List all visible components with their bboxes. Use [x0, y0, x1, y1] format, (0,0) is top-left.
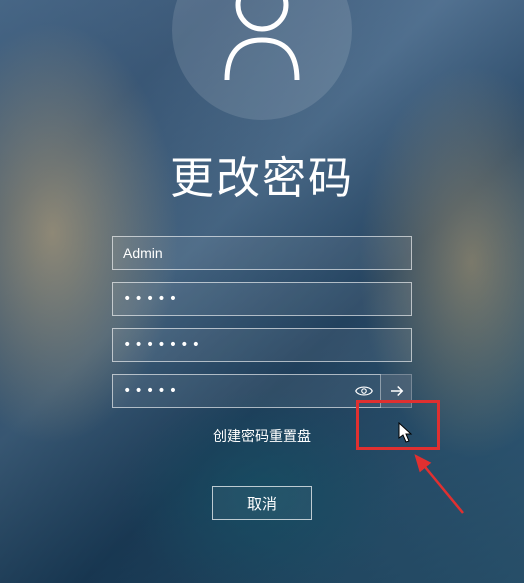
- page-title: 更改密码: [170, 142, 354, 206]
- reveal-password-button[interactable]: [348, 374, 380, 408]
- cancel-button[interactable]: 取消: [212, 486, 312, 520]
- user-icon: [212, 0, 312, 85]
- create-reset-disk-link[interactable]: 创建密码重置盘: [213, 426, 311, 446]
- confirm-password-row: •••••: [112, 374, 412, 408]
- old-password-row: •••••: [112, 282, 412, 316]
- new-password-row: •••••••: [112, 328, 412, 362]
- change-password-form: ••••• ••••••• •••••: [112, 236, 412, 408]
- eye-icon: [355, 382, 373, 400]
- username-input[interactable]: [112, 236, 412, 270]
- old-password-input[interactable]: •••••: [112, 282, 412, 316]
- change-password-panel: 更改密码 ••••• ••••••• •••••: [0, 0, 524, 583]
- avatar: [172, 0, 352, 120]
- submit-button[interactable]: [380, 374, 412, 408]
- username-row: [112, 236, 412, 270]
- arrow-right-icon: [388, 382, 406, 400]
- new-password-input[interactable]: •••••••: [112, 328, 412, 362]
